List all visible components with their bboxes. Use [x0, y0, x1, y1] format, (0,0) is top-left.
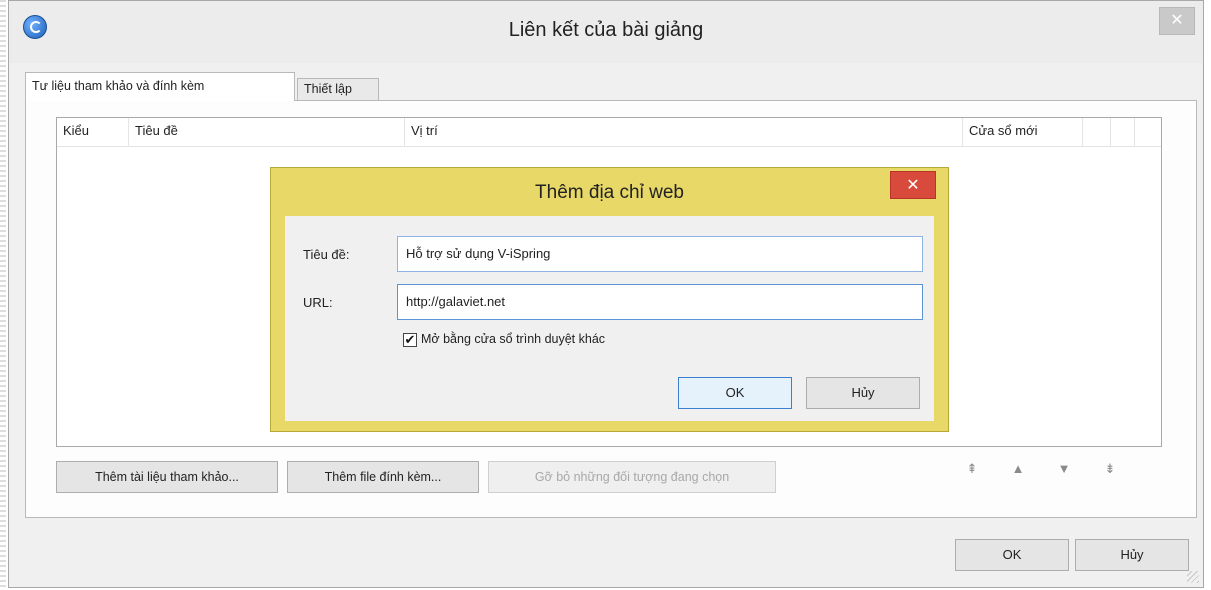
column-header-extra	[1111, 118, 1135, 146]
column-header-extra	[1083, 118, 1111, 146]
column-header-location[interactable]: Vị trí	[405, 118, 963, 146]
tab-references-attachments[interactable]: Tư liệu tham khảo và đính kèm	[25, 72, 295, 101]
cancel-button[interactable]: Hủy	[1075, 539, 1189, 571]
new-window-label[interactable]: Mở bằng cửa sổ trình duyệt khác	[421, 332, 605, 346]
resize-grip[interactable]	[1187, 571, 1199, 583]
window-close-button[interactable]: ✕	[1159, 7, 1195, 35]
add-reference-button[interactable]: Thêm tài liệu tham khảo...	[56, 461, 278, 493]
dialog-title: Thêm địa chỉ web	[535, 182, 684, 203]
move-bottom-icon[interactable]: ⇟	[1102, 461, 1118, 477]
add-attachment-button[interactable]: Thêm file đính kèm...	[287, 461, 479, 493]
close-icon: ✕	[906, 177, 920, 194]
dialog-close-button[interactable]: ✕	[890, 171, 936, 199]
column-header-new-window[interactable]: Cửa sổ mới	[963, 118, 1083, 146]
title-field-label: Tiêu đề:	[303, 247, 350, 262]
add-web-address-dialog: Thêm địa chỉ web ✕ Tiêu đề: Hỗ trợ sử dụ…	[270, 167, 949, 432]
close-icon: ✕	[1170, 12, 1184, 29]
new-window-checkbox[interactable]: ✔	[403, 333, 417, 347]
tab-settings[interactable]: Thiết lập	[297, 78, 379, 100]
move-up-icon[interactable]: ▲	[1010, 461, 1026, 477]
title-input[interactable]: Hỗ trợ sử dụng V-iSpring	[397, 236, 923, 272]
list-header: Kiểu Tiêu đề Vị trí Cửa sổ mới	[57, 118, 1161, 147]
move-down-icon[interactable]: ▼	[1056, 461, 1072, 477]
title-bar: Liên kết của bài giảng ✕	[9, 1, 1203, 63]
dialog-body: Tiêu đề: Hỗ trợ sử dụng V-iSpring URL: h…	[285, 216, 934, 421]
dialog-cancel-button[interactable]: Hủy	[806, 377, 920, 409]
column-header-type[interactable]: Kiểu	[57, 118, 129, 146]
dialog-ok-button[interactable]: OK	[678, 377, 792, 409]
window-title: Liên kết của bài giảng	[508, 19, 704, 41]
ok-button[interactable]: OK	[955, 539, 1069, 571]
left-edge-dotted-border	[0, 0, 6, 590]
url-field-label: URL:	[303, 295, 333, 310]
column-header-title[interactable]: Tiêu đề	[129, 118, 405, 146]
move-top-icon[interactable]: ⇞	[964, 461, 980, 477]
remove-selected-button[interactable]: Gỡ bỏ những đối tượng đang chọn	[488, 461, 776, 493]
url-input[interactable]: http://galaviet.net	[397, 284, 923, 320]
checkmark-icon: ✔	[404, 332, 416, 347]
